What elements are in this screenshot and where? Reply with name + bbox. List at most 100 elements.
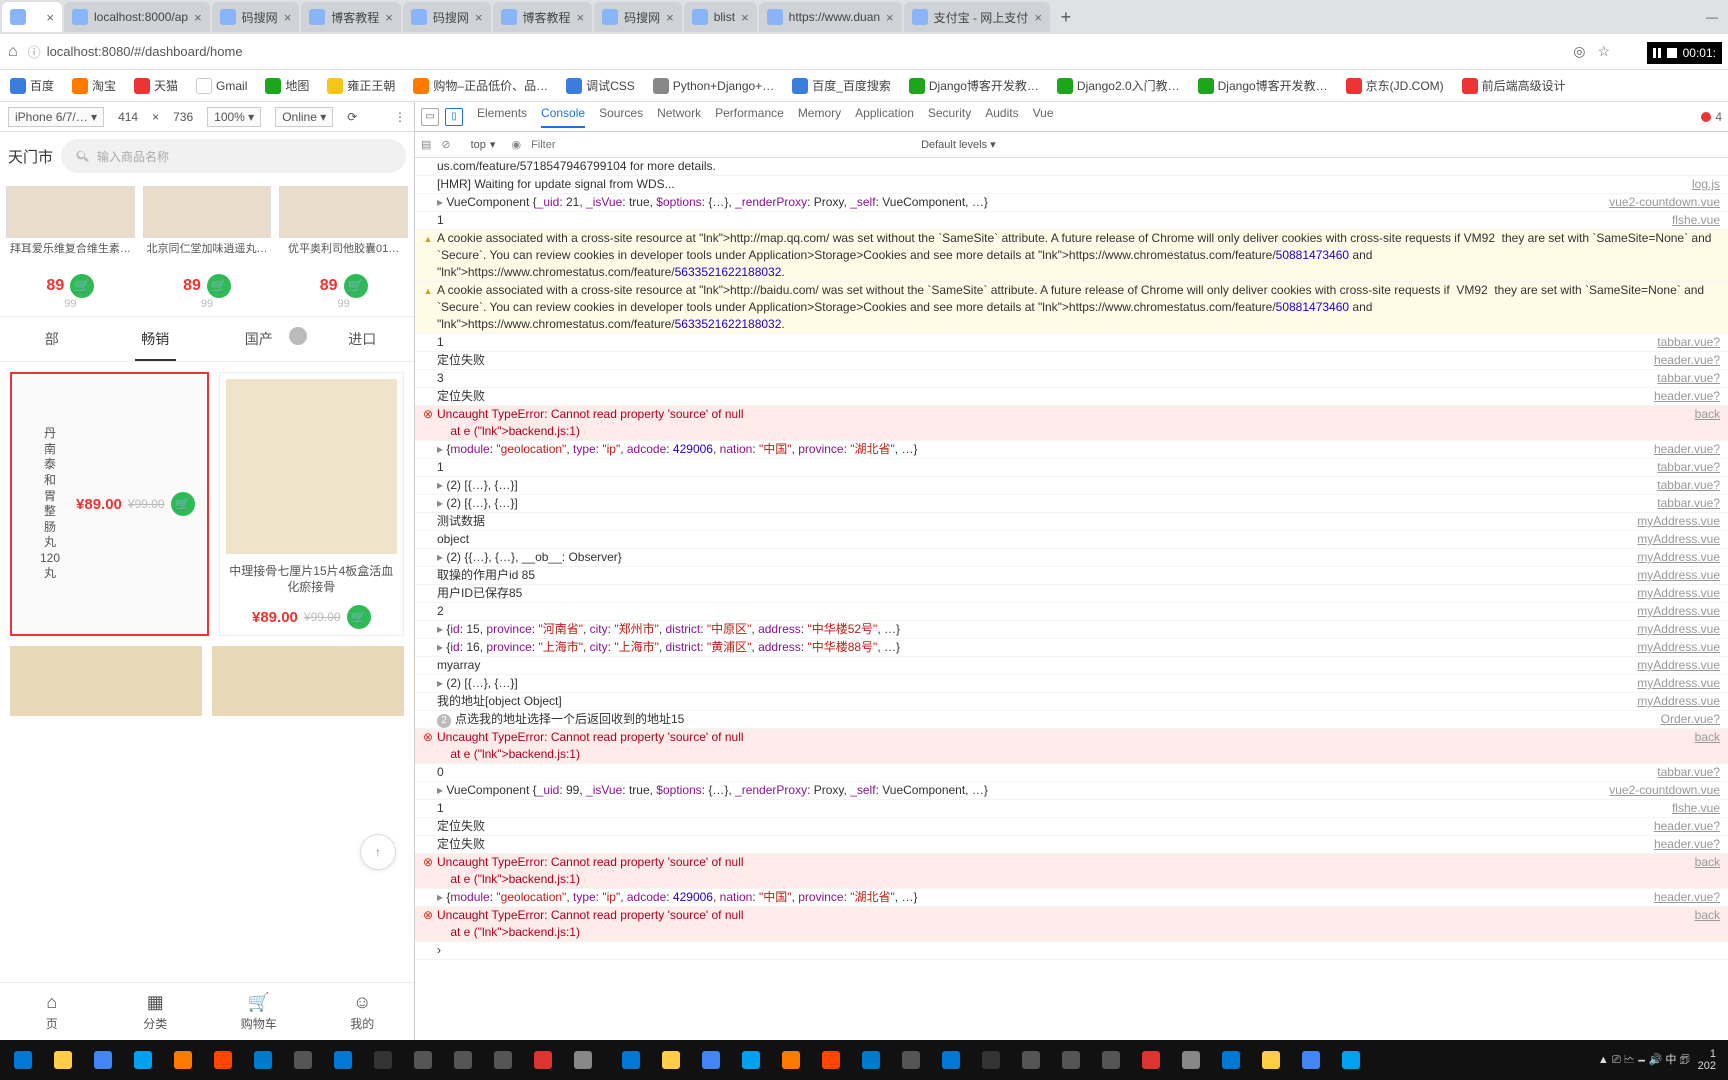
taskbar-app[interactable] <box>204 1044 242 1076</box>
product-card[interactable]: 拜耳爱乐维复合维生素…89🛒99 <box>6 186 135 310</box>
taskbar-app[interactable] <box>1092 1044 1130 1076</box>
log-source-link[interactable]: myAddress.vue <box>1637 603 1724 620</box>
category-tab[interactable]: 进口 <box>311 317 415 361</box>
bookmark-star-icon[interactable]: ☆ <box>1597 43 1610 60</box>
taskbar-app[interactable] <box>324 1044 362 1076</box>
product-card-partial[interactable] <box>212 646 404 716</box>
bookmark-item[interactable]: 前后端高级设计 <box>1462 77 1566 94</box>
bottom-nav-item[interactable]: ⌂页 <box>0 983 104 1040</box>
log-source-link[interactable]: header.vue? <box>1654 889 1724 906</box>
log-source-link[interactable]: tabbar.vue? <box>1657 477 1724 494</box>
taskbar-app[interactable] <box>1252 1044 1290 1076</box>
taskbar-app[interactable] <box>1212 1044 1250 1076</box>
browser-tab[interactable]: 码搜网× <box>403 2 491 32</box>
console-row[interactable]: 用户ID已保存85myAddress.vue <box>415 585 1728 603</box>
devtools-panel-tab[interactable]: Sources <box>599 106 643 128</box>
rotate-icon[interactable]: ⟳ <box>347 110 357 124</box>
taskbar-app[interactable] <box>972 1044 1010 1076</box>
devtools-panel-tab[interactable]: Memory <box>798 106 841 128</box>
log-source-link[interactable]: myAddress.vue <box>1637 513 1724 530</box>
taskbar-app[interactable] <box>1332 1044 1370 1076</box>
log-source-link[interactable]: flshe.vue <box>1672 212 1724 229</box>
taskbar-app[interactable] <box>164 1044 202 1076</box>
console-row[interactable]: 定位失败header.vue? <box>415 836 1728 854</box>
context-select[interactable]: top ▾ <box>461 138 502 151</box>
log-source-link[interactable]: header.vue? <box>1654 836 1724 853</box>
bottom-nav-item[interactable]: ☺我的 <box>311 983 415 1040</box>
console-row[interactable]: 1tabbar.vue? <box>415 334 1728 352</box>
taskbar-app[interactable] <box>852 1044 890 1076</box>
console-row[interactable]: A cookie associated with a cross-site re… <box>415 230 1728 282</box>
console-row[interactable]: {id: 16, province: "上海市", city: "上海市", d… <box>415 639 1728 657</box>
tab-close-icon[interactable]: × <box>577 10 585 25</box>
tab-close-icon[interactable]: × <box>385 10 393 25</box>
category-tab[interactable]: 畅销 <box>104 317 208 361</box>
taskbar-app[interactable] <box>484 1044 522 1076</box>
log-source-link[interactable]: tabbar.vue? <box>1657 495 1724 512</box>
home-icon[interactable]: ⌂ <box>8 43 18 61</box>
taskbar-app[interactable] <box>612 1044 650 1076</box>
console-row[interactable]: (2) {{…}, {…}, __ob__: Observer}myAddres… <box>415 549 1728 567</box>
taskbar-app[interactable] <box>364 1044 402 1076</box>
url-text[interactable]: localhost:8080/#/dashboard/home <box>47 44 243 59</box>
bookmark-item[interactable]: 淘宝 <box>72 77 116 94</box>
add-to-cart-button[interactable]: 🛒 <box>207 274 231 298</box>
devtools-panel-tab[interactable]: Vue <box>1033 106 1054 128</box>
bookmark-item[interactable]: 天猫 <box>134 77 178 94</box>
console-row[interactable]: (2) [{…}, {…}]myAddress.vue <box>415 675 1728 693</box>
error-indicator[interactable]: 4 <box>1701 110 1722 124</box>
log-source-link[interactable]: header.vue? <box>1654 388 1724 405</box>
taskbar-app[interactable] <box>524 1044 562 1076</box>
city-label[interactable]: 天门市 <box>8 146 53 167</box>
console-row[interactable]: 1flshe.vue <box>415 800 1728 818</box>
taskbar-app[interactable] <box>932 1044 970 1076</box>
bookmark-item[interactable]: Python+Django+… <box>653 78 774 94</box>
log-source-link[interactable]: vue2-countdown.vue <box>1609 194 1724 211</box>
log-source-link[interactable]: header.vue? <box>1654 441 1724 458</box>
console-row[interactable]: 0tabbar.vue? <box>415 764 1728 782</box>
browser-tab[interactable]: 码搜网× <box>594 2 682 32</box>
bottom-nav-item[interactable]: ▦分类 <box>104 983 208 1040</box>
console-row[interactable]: {id: 15, province: "河南省", city: "郑州市", d… <box>415 621 1728 639</box>
browser-tab[interactable]: localhost:8000/ap× <box>64 2 210 32</box>
devtools-panel-tab[interactable]: Elements <box>477 106 527 128</box>
log-source-link[interactable]: back <box>1695 406 1724 440</box>
console-row[interactable]: objectmyAddress.vue <box>415 531 1728 549</box>
search-input[interactable]: 输入商品名称 <box>61 139 406 173</box>
console-row[interactable]: {module: "geolocation", type: "ip", adco… <box>415 889 1728 907</box>
devtools-panel-tab[interactable]: Console <box>541 106 585 128</box>
console-row[interactable]: VueComponent {_uid: 99, _isVue: true, $o… <box>415 782 1728 800</box>
browser-tab[interactable]: × <box>2 2 62 32</box>
log-source-link[interactable] <box>1720 282 1724 333</box>
bookmark-item[interactable]: 百度 <box>10 77 54 94</box>
device-menu-icon[interactable]: ⋮ <box>394 110 406 124</box>
bookmark-item[interactable]: 百度_百度搜索 <box>792 77 891 94</box>
console-row[interactable]: 1flshe.vue <box>415 212 1728 230</box>
console-row[interactable]: 3tabbar.vue? <box>415 370 1728 388</box>
clear-console-icon[interactable]: ⊘ <box>441 138 450 151</box>
taskbar-app[interactable] <box>812 1044 850 1076</box>
taskbar-app[interactable] <box>44 1044 82 1076</box>
log-source-link[interactable]: myAddress.vue <box>1637 585 1724 602</box>
log-source-link[interactable]: myAddress.vue <box>1637 639 1724 656</box>
console-row[interactable]: Uncaught TypeError: Cannot read property… <box>415 907 1728 942</box>
bookmark-item[interactable]: Django博客开发教… <box>1198 77 1328 94</box>
log-source-link[interactable] <box>1720 158 1724 175</box>
product-card-large[interactable]: 中理接骨七厘片15片4板盒活血化瘀接骨¥89.00¥99.00🛒 <box>219 372 404 636</box>
bottom-nav-item[interactable]: 🛒购物车 <box>207 983 311 1040</box>
console-row[interactable]: Uncaught TypeError: Cannot read property… <box>415 729 1728 764</box>
product-card-partial[interactable] <box>10 646 202 716</box>
console-row[interactable]: 测试数据myAddress.vue <box>415 513 1728 531</box>
taskbar-app[interactable] <box>564 1044 602 1076</box>
bookmark-item[interactable]: 地图 <box>265 77 309 94</box>
log-source-link[interactable] <box>1720 230 1724 281</box>
browser-tab[interactable]: 码搜网× <box>212 2 300 32</box>
pause-icon[interactable] <box>1653 48 1661 58</box>
taskbar-app[interactable] <box>732 1044 770 1076</box>
taskbar-app[interactable] <box>124 1044 162 1076</box>
console-row[interactable]: us.com/feature/5718547946799104 for more… <box>415 158 1728 176</box>
console-row[interactable]: Uncaught TypeError: Cannot read property… <box>415 854 1728 889</box>
log-source-link[interactable] <box>1720 942 1724 959</box>
log-source-link[interactable]: myAddress.vue <box>1637 657 1724 674</box>
console-row[interactable]: 定位失败header.vue? <box>415 818 1728 836</box>
